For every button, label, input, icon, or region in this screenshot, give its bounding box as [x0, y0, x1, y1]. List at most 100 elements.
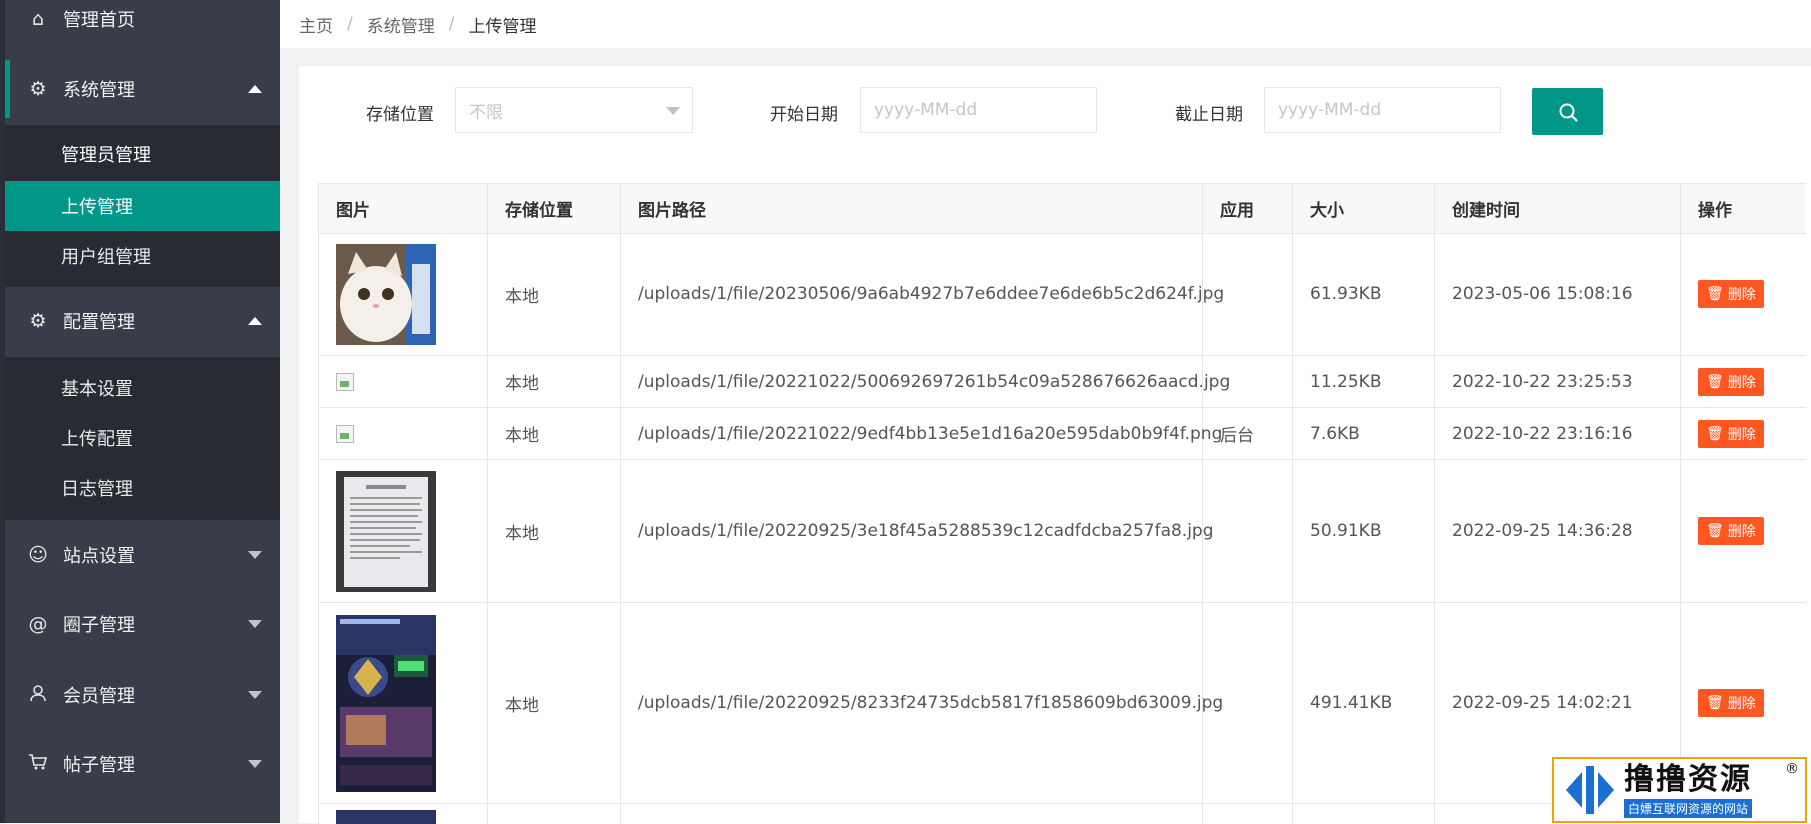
- sidebar-item-label: 管理首页: [63, 10, 135, 31]
- breadcrumb-separator: /: [347, 14, 353, 34]
- col-header-app: 应用: [1220, 201, 1254, 221]
- path-cell: /uploads/1/file/20221022/500692697261b54…: [638, 371, 1231, 392]
- sidebar-item-label: 上传配置: [61, 429, 133, 450]
- logo-mark-icon: [1566, 766, 1614, 814]
- app-cell: 后台: [1220, 426, 1254, 446]
- app-cell: [1203, 356, 1220, 407]
- image-cell: [319, 233, 436, 355]
- sidebar-item-site[interactable]: ☺ 站点设置: [5, 526, 280, 584]
- trash-icon: 🗑: [1706, 523, 1724, 539]
- at-icon: @: [28, 613, 48, 635]
- created-cell: 2022-10-22 23:16:16: [1452, 423, 1633, 444]
- col-header-path: 图片路径: [638, 201, 706, 221]
- storage-select-value: 不限: [469, 102, 503, 123]
- delete-button[interactable]: 🗑 删除: [1698, 367, 1764, 396]
- delete-button[interactable]: 🗑 删除: [1698, 517, 1764, 545]
- sidebar-item-upload-manage[interactable]: 上传管理: [5, 181, 280, 231]
- trash-icon: 🗑: [1706, 373, 1724, 390]
- delete-button[interactable]: 🗑 删除: [1698, 419, 1764, 448]
- delete-label: 删除: [1727, 426, 1756, 443]
- sidebar-item-basic-settings[interactable]: 基本设置: [5, 363, 280, 413]
- face-icon: ☺: [28, 544, 48, 566]
- trash-icon: 🗑: [1706, 425, 1724, 442]
- delete-label: 删除: [1727, 374, 1756, 391]
- chevron-down-icon: [248, 551, 262, 559]
- path-cell: /uploads/1/file/20220925/3e18f45a5288539…: [638, 521, 1214, 541]
- delete-label: 删除: [1727, 524, 1756, 540]
- storage-filter-label: 存储位置: [366, 105, 434, 125]
- table-row: 本地 /uploads/1/file/20230506/9a6ab4927b7e…: [319, 233, 1806, 356]
- sidebar-item-admin-manage[interactable]: 管理员管理: [5, 129, 280, 179]
- delete-label: 删除: [1727, 287, 1756, 303]
- path-cell: /uploads/1/file/20220925/8233f24735dcb58…: [638, 693, 1224, 713]
- size-cell: 491.41KB: [1310, 693, 1393, 713]
- sidebar-item-upload-config[interactable]: 上传配置: [5, 413, 280, 463]
- home-icon: ⌂: [31, 8, 45, 30]
- cat-photo[interactable]: [336, 243, 436, 345]
- app-cell: [1203, 460, 1220, 602]
- sidebar-item-label: 系统管理: [63, 80, 135, 101]
- image-cell: [319, 603, 436, 803]
- sidebar-item-label: 站点设置: [63, 546, 135, 567]
- logo-subtitle: 白嫖互联网资源的网站: [1624, 798, 1753, 818]
- sidebar-item-posts[interactable]: 帖子管理: [5, 735, 280, 793]
- logo-title: 撸撸资源: [1624, 761, 1752, 797]
- size-cell: 50.91KB: [1310, 521, 1382, 541]
- sidebar-item-system[interactable]: ⚙ 系统管理: [5, 60, 280, 118]
- delete-button[interactable]: 🗑 删除: [1698, 280, 1764, 308]
- sidebar-item-log-manage[interactable]: 日志管理: [5, 463, 280, 513]
- broken-image-icon[interactable]: [336, 424, 354, 443]
- breadcrumb: 主页 / 系统管理 / 上传管理: [280, 0, 1811, 48]
- app-cell: [1203, 603, 1220, 803]
- app-cell: [1203, 233, 1220, 355]
- game-screen-photo[interactable]: [336, 614, 436, 792]
- breadcrumb-system[interactable]: 系统管理: [367, 12, 435, 37]
- end-date-label: 截止日期: [1175, 105, 1243, 125]
- storage-select[interactable]: 不限: [455, 87, 693, 133]
- size-cell: 61.93KB: [1310, 284, 1382, 304]
- table-row: 本地 /uploads/1/file/20220925/3e18f45a5288…: [319, 460, 1806, 603]
- sidebar-item-circle[interactable]: @ 圈子管理: [5, 595, 280, 653]
- col-header-created: 创建时间: [1452, 201, 1520, 221]
- breadcrumb-home[interactable]: 主页: [299, 12, 333, 37]
- col-header-size: 大小: [1310, 201, 1344, 221]
- notice-photo[interactable]: [336, 470, 436, 592]
- sidebar-item-usergroup-manage[interactable]: 用户组管理: [5, 231, 280, 281]
- watermark-logo: 撸撸资源 白嫖互联网资源的网站 ®: [1552, 757, 1807, 823]
- breadcrumb-separator: /: [448, 14, 455, 34]
- start-date-input[interactable]: yyyy-MM-dd: [860, 87, 1097, 133]
- image-cell: [319, 356, 354, 407]
- chevron-down-icon: [248, 760, 262, 768]
- sidebar-item-member[interactable]: 会员管理: [5, 666, 280, 724]
- end-date-placeholder: yyyy-MM-dd: [1278, 100, 1382, 120]
- sidebar-item-label: 圈子管理: [63, 615, 135, 636]
- search-button[interactable]: [1532, 88, 1603, 135]
- active-indicator: [5, 60, 10, 118]
- partial-thumbnail: [336, 810, 436, 824]
- sidebar-item-home[interactable]: ⌂ 管理首页: [5, 0, 280, 48]
- end-date-input[interactable]: yyyy-MM-dd: [1264, 87, 1501, 133]
- system-submenu: 管理员管理 上传管理 用户组管理: [5, 125, 280, 287]
- storage-cell: 本地: [505, 426, 539, 446]
- chevron-up-icon: [248, 85, 262, 93]
- chevron-down-icon: [666, 107, 680, 115]
- sidebar-item-label: 会员管理: [63, 686, 135, 707]
- image-cell: [319, 460, 436, 602]
- sidebar-item-label: 帖子管理: [63, 755, 135, 776]
- sidebar-item-config[interactable]: ⚙ 配置管理: [5, 292, 280, 350]
- chevron-down-icon: [248, 620, 262, 628]
- delete-button[interactable]: 🗑 删除: [1698, 689, 1764, 717]
- search-icon: [1559, 103, 1578, 122]
- action-cell: 🗑 删除: [1681, 408, 1764, 459]
- start-date-placeholder: yyyy-MM-dd: [874, 100, 978, 120]
- cart-icon: [27, 753, 49, 776]
- sidebar: ⌂ 管理首页 ⚙ 系统管理 管理员管理 上传管理 用户组管理 ⚙ 配置管理 基本…: [0, 0, 280, 823]
- storage-cell: 本地: [505, 286, 539, 307]
- size-cell: 11.25KB: [1310, 371, 1382, 392]
- size-cell: 7.6KB: [1310, 423, 1360, 444]
- broken-image-icon[interactable]: [336, 372, 354, 391]
- col-header-action: 操作: [1698, 201, 1732, 221]
- sidebar-item-label: 配置管理: [63, 312, 135, 333]
- chevron-up-icon: [248, 317, 262, 325]
- path-cell: /uploads/1/file/20230506/9a6ab4927b7e6dd…: [638, 284, 1225, 304]
